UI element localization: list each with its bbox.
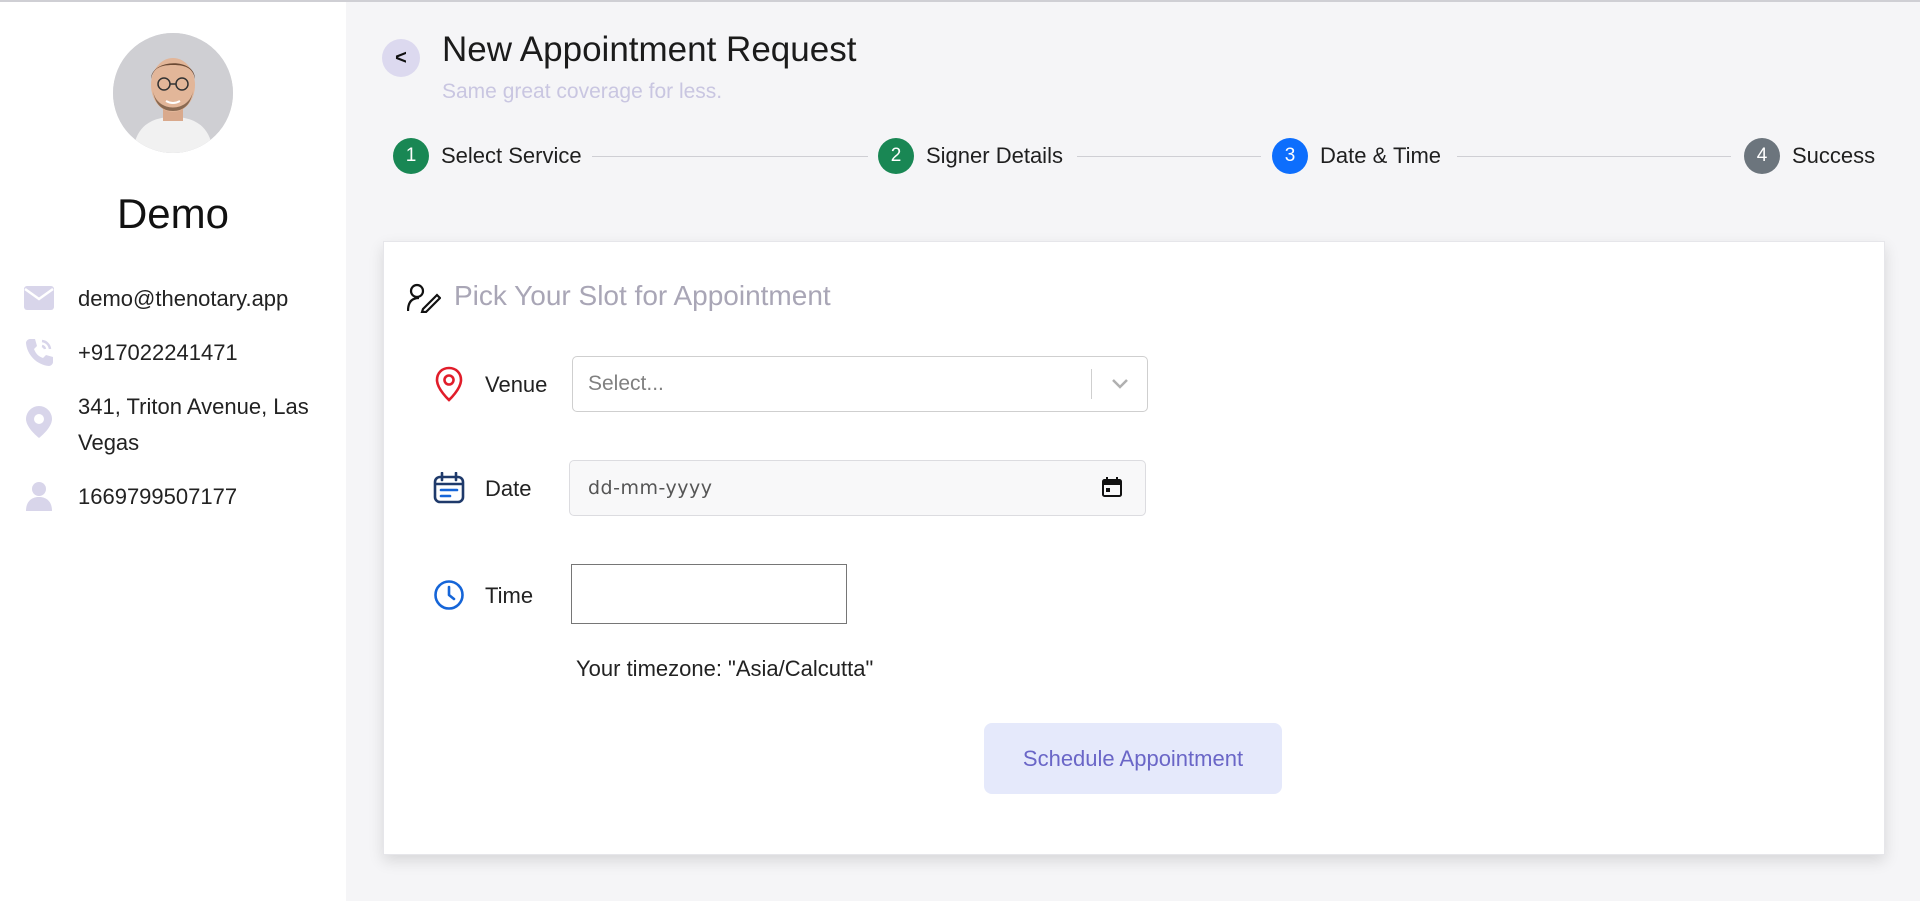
schedule-appointment-button[interactable]: Schedule Appointment [984,723,1282,794]
calendar-icon [431,470,467,506]
page-title: New Appointment Request [442,30,857,69]
profile-phone: +917022241471 [78,340,238,365]
clock-icon [431,577,467,613]
step-date-time: 3 Date & Time [1272,137,1441,175]
form-title: Pick Your Slot for Appointment [454,280,831,311]
location-pin-icon [22,405,56,439]
time-input[interactable] [571,564,847,624]
step-label: Success [1792,143,1876,168]
date-placeholder: dd-mm-yyyy [588,477,713,499]
step-label: Date & Time [1320,143,1442,168]
time-label: Time [485,583,534,608]
location-pin-icon [431,366,467,402]
venue-placeholder: Select... [588,372,664,395]
step-label: Select Service [441,143,582,168]
profile-email: demo@thenotary.app [78,286,289,311]
select-separator [1091,369,1092,399]
mail-icon [22,281,56,315]
profile-name: Demo [116,190,230,237]
calendar-picker-icon[interactable] [1102,477,1122,502]
venue-label: Venue [485,372,548,397]
email-row: demo@thenotary.app [22,281,332,317]
step-connector [592,156,868,157]
profile-sidebar: Demo demo@thenotary.app +917022241471 34… [0,2,346,901]
signature-pen-icon [406,283,442,318]
step-connector [1077,156,1261,157]
timezone-text: Your timezone: "Asia/Calcutta" [576,656,874,681]
profile-user-id: 1669799507177 [78,484,238,509]
step-select-service: 1 Select Service [393,137,582,175]
step-connector [1457,156,1731,157]
page-subtitle: Same great coverage for less. [442,80,723,103]
address-row: 341, Triton Avenue, Las Vegas [22,389,332,461]
chevron-down-icon[interactable] [1105,371,1135,397]
avatar [113,33,233,153]
step-signer-details: 2 Signer Details [878,137,1063,175]
phone-row: +917022241471 [22,335,332,371]
step-number: 1 [393,138,429,174]
user-icon [22,479,56,513]
phone-icon [22,335,56,369]
venue-select[interactable]: Select... [572,356,1148,412]
date-label: Date [485,476,532,501]
step-success: 4 Success [1744,137,1875,175]
step-label: Signer Details [926,143,1063,168]
step-number: 2 [878,138,914,174]
back-button[interactable]: < [382,39,420,77]
date-input[interactable]: dd-mm-yyyy [569,460,1146,516]
step-number: 3 [1272,138,1308,174]
step-number: 4 [1744,138,1780,174]
profile-address: 341, Triton Avenue, Las Vegas [78,394,309,455]
user-id-row: 1669799507177 [22,479,332,515]
